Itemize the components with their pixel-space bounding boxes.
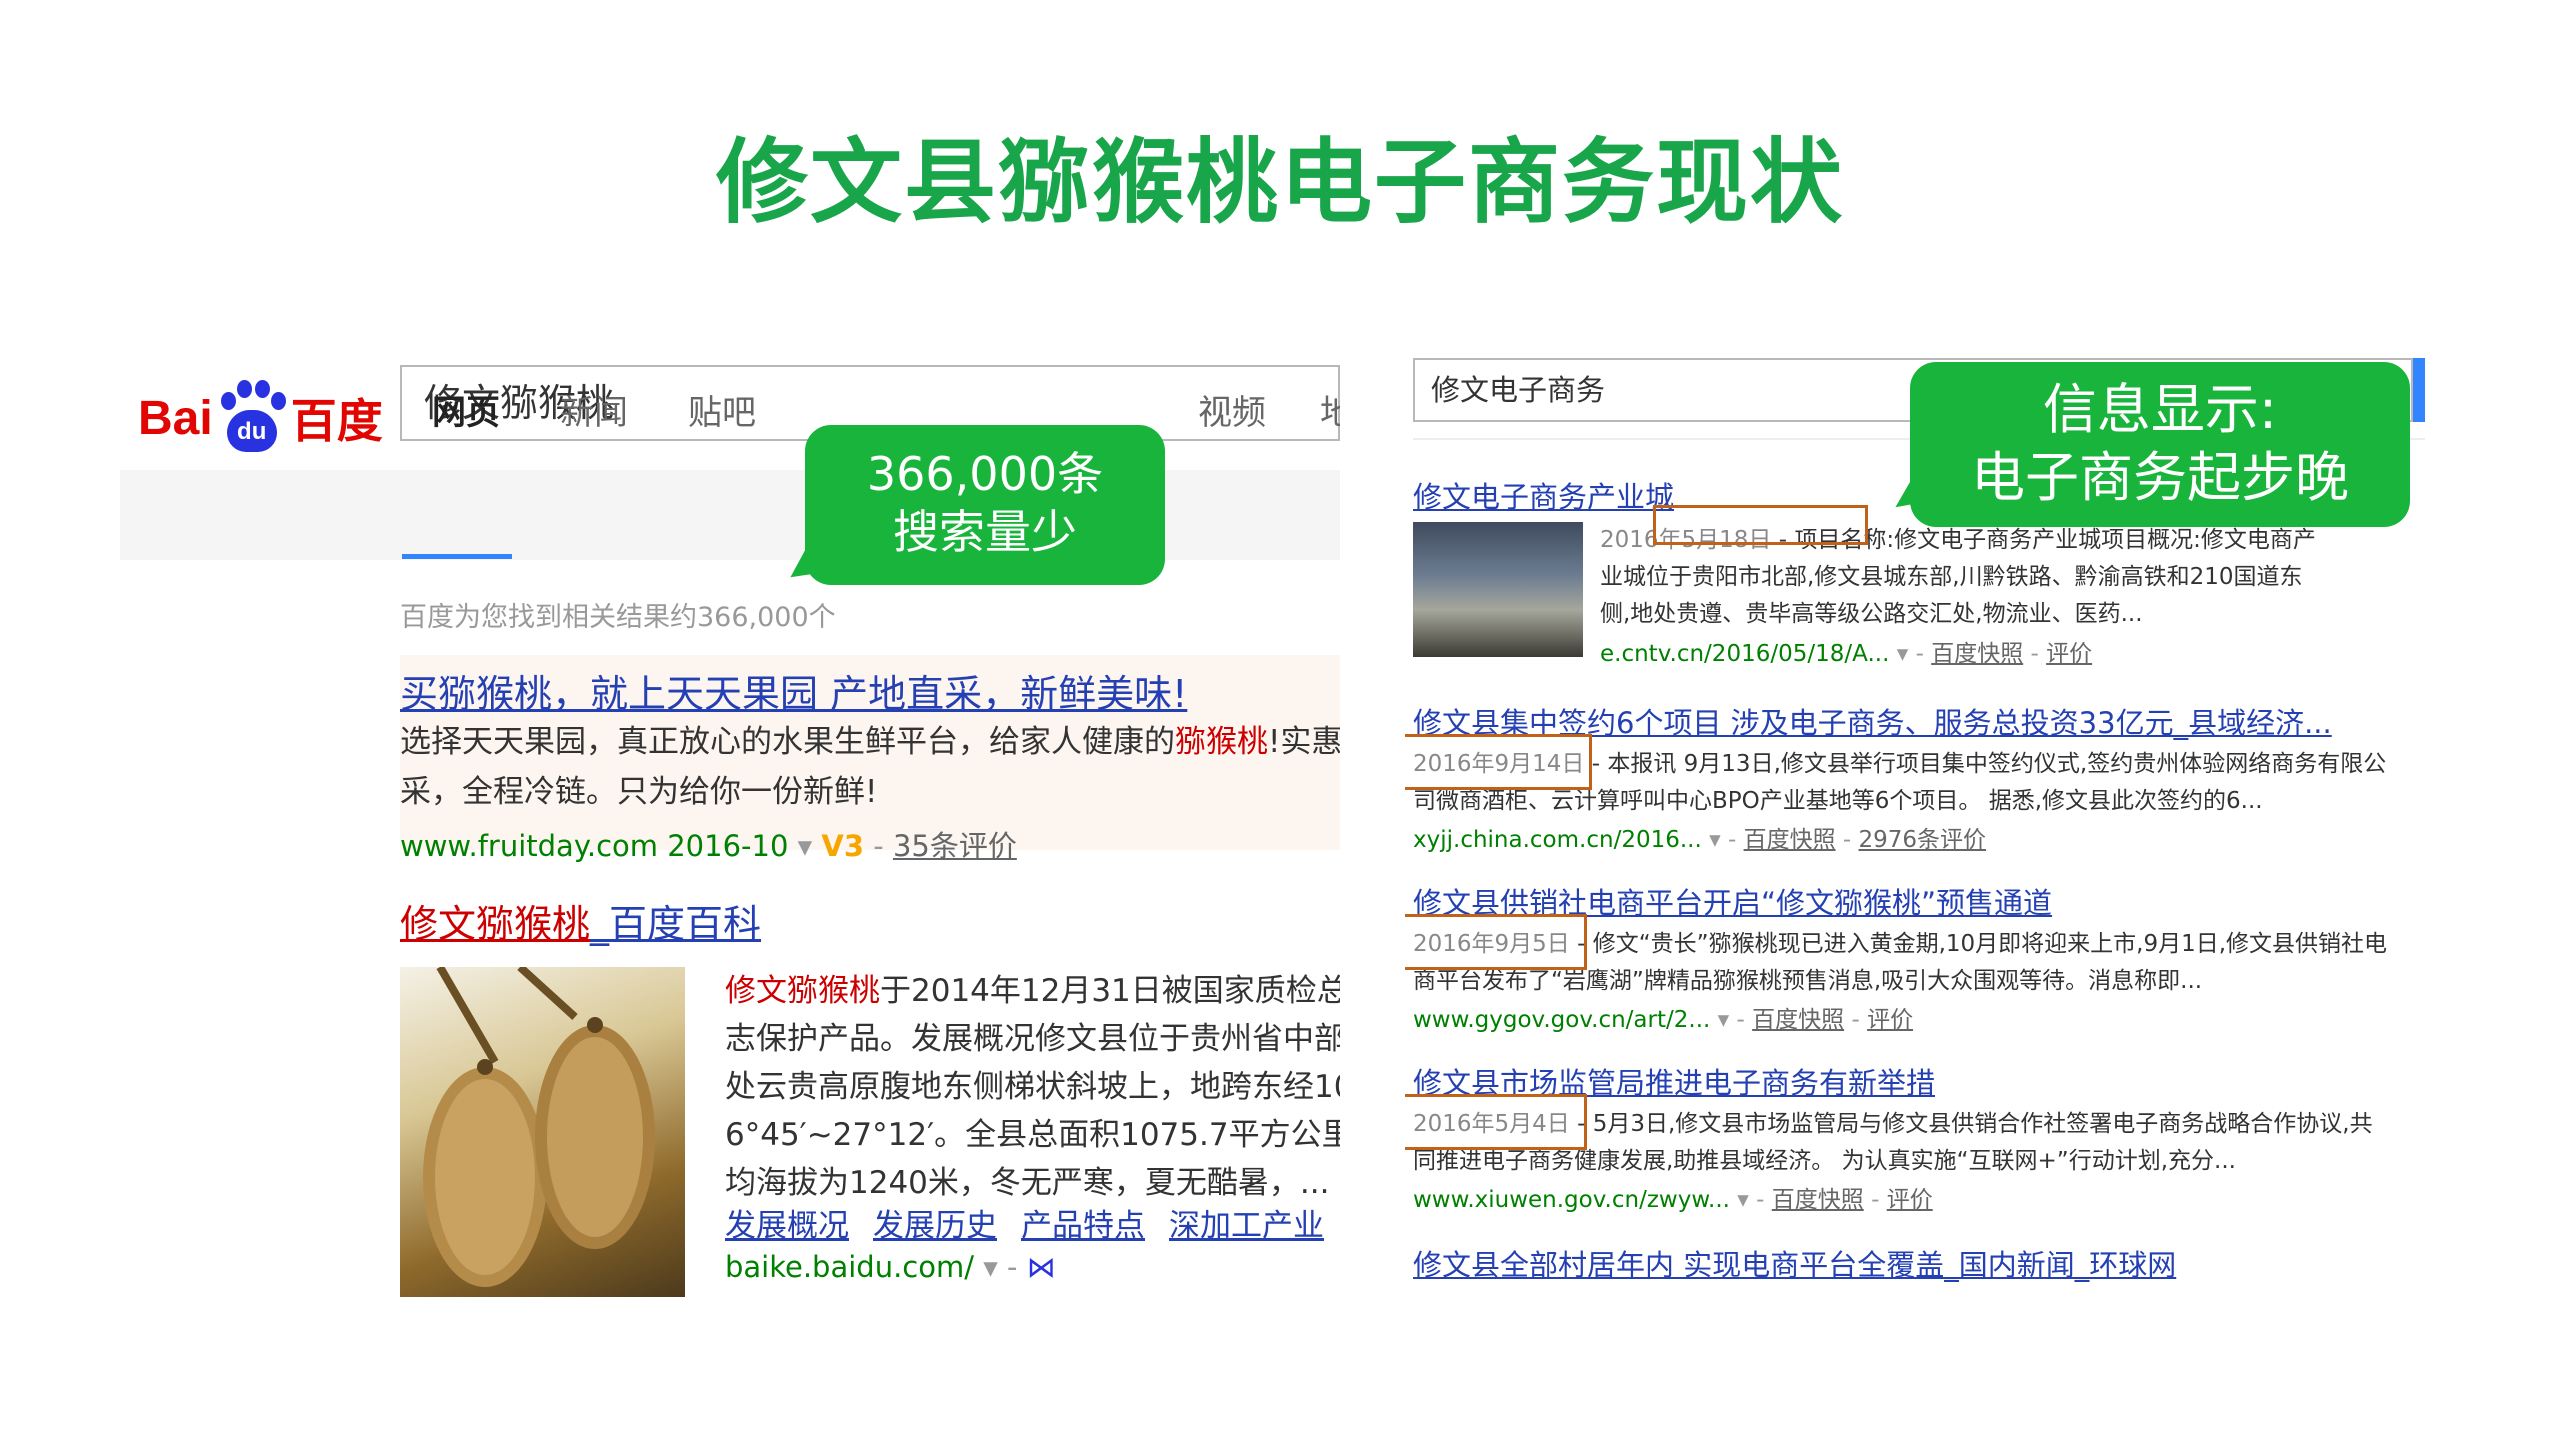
tab-video[interactable]: 视频 xyxy=(1198,385,1266,434)
date-highlight-box xyxy=(1405,914,1587,970)
review-link[interactable]: 评价 xyxy=(2046,641,2092,667)
dropdown-arrow-icon[interactable]: ▾ xyxy=(798,829,813,863)
result-desc-highlight: 猕猴桃 xyxy=(1175,724,1268,760)
result-description: 选择天天果园，真正放心的水果生鲜平台，给家人健康的猕猴桃!实惠 采，全程冷链。只… xyxy=(400,717,1340,817)
baidu-logo-cn: 百度 xyxy=(290,394,383,448)
result-url[interactable]: www.xiuwen.gov.cn/zwyw... xyxy=(1413,1187,1730,1213)
result-title-link[interactable]: 修文猕猴桃_百度百科 xyxy=(400,893,761,948)
result-url[interactable]: baike.baidu.com/ xyxy=(725,1250,974,1284)
baidu-logo-latin: Bai xyxy=(138,391,213,445)
search-button[interactable] xyxy=(2413,358,2425,422)
result-title-link[interactable]: 修文县全部村居年内 实现电商平台全覆盖_国内新闻_环球网 xyxy=(1413,1242,2176,1284)
baike-bow-icon[interactable]: ⋈ xyxy=(1027,1250,1056,1284)
result-desc-text: 采，全程冷链。只为给你一份新鲜! xyxy=(400,774,878,810)
result-desc-text: - 本报讯 9月13日,修文县举行项目集中签约仪式,签约贵州体验网络商务有限公 xyxy=(1584,751,2387,777)
result-url-line: www.fruitday.com 2016-10 ▾ V3 - 35条评价 xyxy=(400,829,1017,863)
ecommerce-city-thumbnail[interactable] xyxy=(1413,522,1583,657)
sublink-features[interactable]: 产品特点 xyxy=(1021,1208,1145,1244)
callout-line: 搜索量少 xyxy=(893,505,1077,559)
result-desc-text: 同推进电子商务健康发展,助推县域经济。 为认真实施“互联网+”行动计划,充分..… xyxy=(1413,1148,2236,1174)
dropdown-arrow-icon[interactable]: ▾ xyxy=(1897,641,1909,667)
title-highlight: 修文猕猴桃 xyxy=(400,902,591,946)
result-description: 修文猕猴桃于2014年12月31日被国家质检总局 志保护产品。发展概况修文县位于… xyxy=(725,967,1340,1207)
result-date: 2016-10 xyxy=(667,829,789,863)
callout-line: 电子商务起步晚 xyxy=(1971,446,2349,509)
result-desc-text: - 5月3日,修文县市场监管局与修文县供销合作社签署电子商务战略合作协议,共 xyxy=(1569,1111,2373,1137)
review-link[interactable]: 评价 xyxy=(1887,1187,1933,1213)
dropdown-arrow-icon[interactable]: ▾ xyxy=(1737,1187,1749,1213)
snapshot-link[interactable]: 百度快照 xyxy=(1772,1187,1864,1213)
date-highlight-box xyxy=(1405,1094,1587,1150)
result-desc-text: 6°45′~27°12′。全县总面积1075.7平方公里， xyxy=(725,1117,1340,1153)
kiwi-fruit-image[interactable] xyxy=(400,967,685,1297)
result-desc-text: 处云贵高原腹地东侧梯状斜坡上，地跨东经10 xyxy=(725,1069,1340,1105)
result-count: 百度为您找到相关结果约366,000个 xyxy=(400,602,836,633)
active-tab-indicator xyxy=(402,554,512,559)
result-desc-text: 侧,地处贵遵、贵毕高等级公路交汇处,物流业、医药... xyxy=(1600,601,2143,627)
callout-line: 366,000条 xyxy=(866,447,1104,501)
snapshot-link[interactable]: 百度快照 xyxy=(1744,827,1836,853)
review-link[interactable]: 2976条评价 xyxy=(1859,827,1987,853)
review-link[interactable]: 评价 xyxy=(1867,1007,1913,1033)
title-text: _百度百科 xyxy=(590,902,762,946)
baike-sublinks: 发展概况 发展历史 产品特点 深加工产业 xyxy=(725,1200,1340,1245)
sublink-processing[interactable]: 深加工产业 xyxy=(1169,1208,1324,1244)
result-desc-text: 志保护产品。发展概况修文县位于贵州省中部 xyxy=(725,1021,1340,1057)
result-desc-text: 于2014年12月31日被国家质检总局 xyxy=(880,973,1340,1009)
result-url-line: www.xiuwen.gov.cn/zwyw... ▾ - 百度快照 - 评价 xyxy=(1413,1187,1933,1213)
result-url-line: e.cntv.cn/2016/05/18/A... ▾ - 百度快照 - 评价 xyxy=(1600,641,2093,667)
result-url-line: xyjj.china.com.cn/2016... ▾ - 百度快照 - 297… xyxy=(1413,827,1987,853)
result-desc-text: !实惠 xyxy=(1268,724,1340,760)
result-desc-text: 司微商酒柜、云计算呼叫中心BPO产业基地等6个项目。 据悉,修文县此次签约的6.… xyxy=(1413,788,2263,814)
result-desc-text: - 修文“贵长”猕猴桃现已进入黄金期,10月即将迎来上市,9月1日,修文县供销社… xyxy=(1569,931,2388,957)
date-highlight-box xyxy=(1405,734,1592,790)
result-url[interactable]: www.fruitday.com xyxy=(400,829,658,863)
result-desc-text: 商平台发布了“岩鹰湖”牌精品猕猴桃预售消息,吸引大众围观等待。消息称即... xyxy=(1413,968,2203,994)
date-highlight-box xyxy=(1653,505,1868,545)
result-url[interactable]: xyjj.china.com.cn/2016... xyxy=(1413,827,1702,853)
callout-search-volume: 366,000条 搜索量少 xyxy=(805,425,1165,585)
v3-badge-icon[interactable]: V3 xyxy=(821,829,864,863)
reviews-link[interactable]: 35条评价 xyxy=(893,829,1017,863)
dropdown-arrow-icon[interactable]: ▾ xyxy=(1718,1007,1730,1033)
sublink-history[interactable]: 发展历史 xyxy=(873,1208,997,1244)
result-desc-highlight: 修文猕猴桃 xyxy=(725,973,880,1009)
result-desc-text: 业城位于贵阳市北部,修文县城东部,川黔铁路、黔渝高铁和210国道东 xyxy=(1600,564,2303,590)
tab-news[interactable]: 新闻 xyxy=(560,385,628,434)
slide-title: 修文县猕猴桃电子商务现状 xyxy=(715,129,1844,236)
tab-webpage[interactable]: 网页 xyxy=(432,385,500,434)
sublink-overview[interactable]: 发展概况 xyxy=(725,1208,849,1244)
callout-line: 信息显示: xyxy=(2042,378,2278,441)
result-url[interactable]: www.gygov.gov.cn/art/2... xyxy=(1413,1007,1710,1033)
result-url[interactable]: e.cntv.cn/2016/05/18/A... xyxy=(1600,641,1889,667)
result-desc-text: 均海拔为1240米，冬无严寒，夏无酷暑，... xyxy=(725,1165,1330,1201)
result-title-link[interactable]: 修文电子商务产业城 xyxy=(1413,474,1674,516)
result-url-line: www.gygov.gov.cn/art/2... ▾ - 百度快照 - 评价 xyxy=(1413,1007,1914,1033)
tab-map[interactable]: 地 xyxy=(1320,385,1340,434)
dropdown-arrow-icon[interactable]: ▾ xyxy=(983,1250,998,1284)
baidu-paw-icon: du xyxy=(215,378,289,458)
baidu-paw-text: du xyxy=(237,418,267,445)
result-desc-text: 选择天天果园，真正放心的水果生鲜平台，给家人健康的 xyxy=(400,724,1175,760)
baidu-logo[interactable]: Bai du 百度 xyxy=(138,373,383,463)
result-title-link[interactable]: 买猕猴桃，就上天天果园 产地直采，新鲜美味! xyxy=(400,663,1187,718)
snapshot-link[interactable]: 百度快照 xyxy=(1752,1007,1844,1033)
result-url-line: baike.baidu.com/ ▾ - ⋈ xyxy=(725,1250,1056,1284)
callout-info-display: 信息显示: 电子商务起步晚 xyxy=(1910,362,2410,527)
snapshot-link[interactable]: 百度快照 xyxy=(1931,641,2023,667)
tab-tieba[interactable]: 贴吧 xyxy=(688,385,756,434)
dropdown-arrow-icon[interactable]: ▾ xyxy=(1709,827,1721,853)
